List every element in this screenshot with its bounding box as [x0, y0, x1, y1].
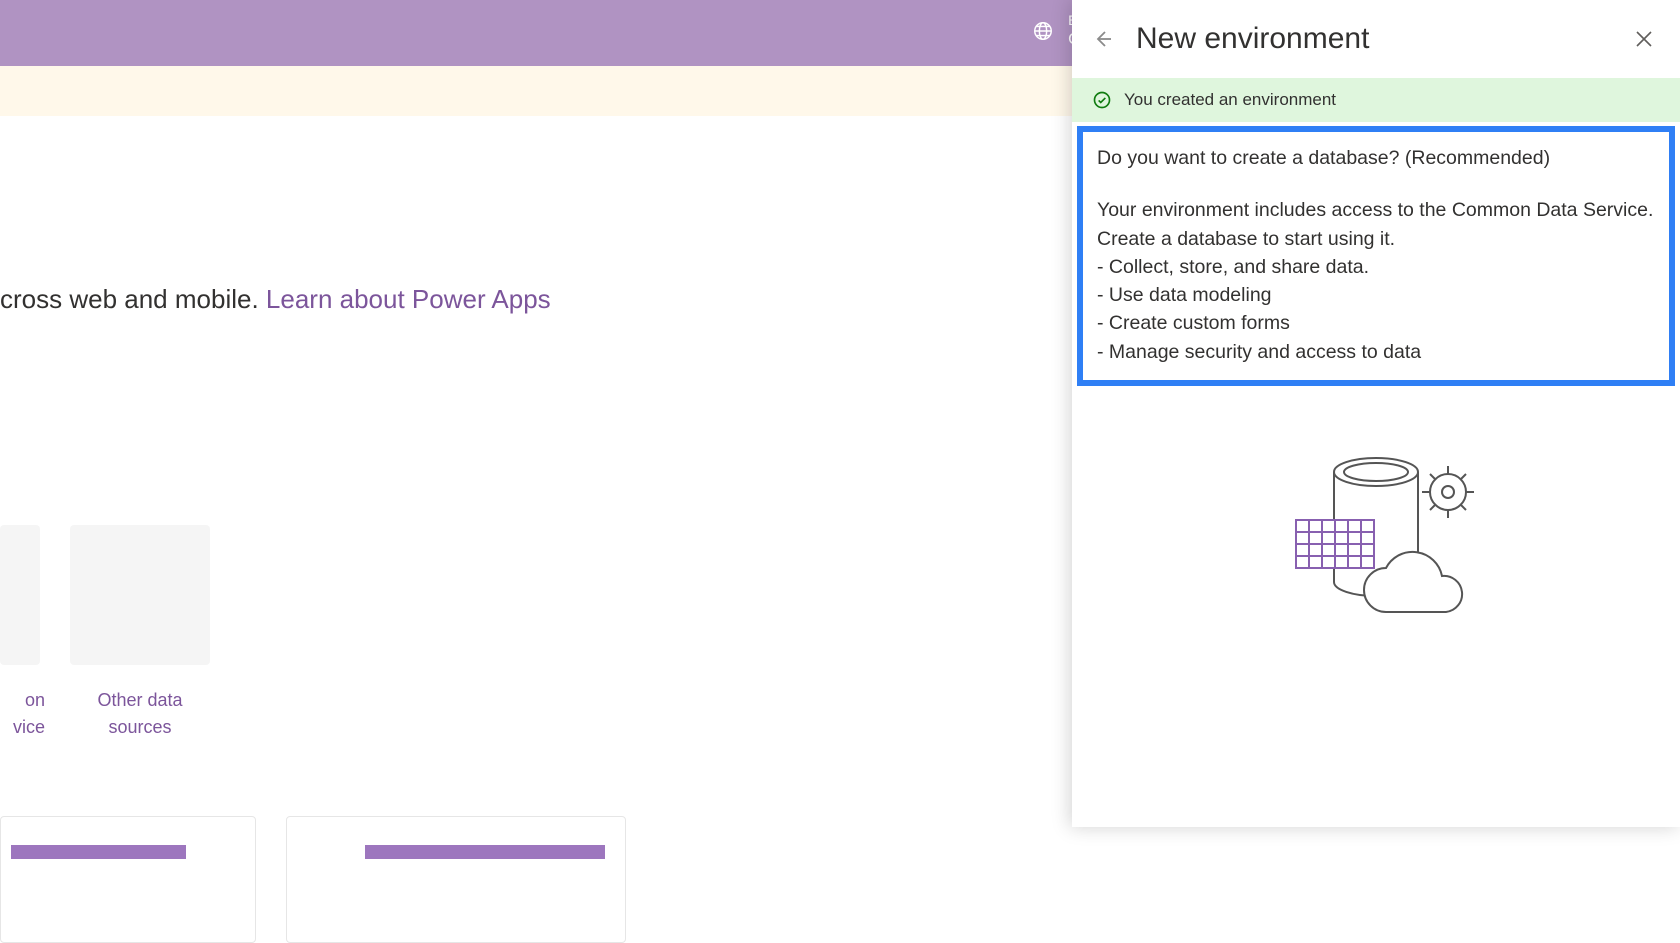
- prompt-bullets: - Collect, store, and share data. - Use …: [1097, 253, 1655, 366]
- tile-thumbnail: [70, 525, 210, 665]
- tile-label-line: on: [25, 690, 45, 710]
- hero-text-fragment: cross web and mobile.: [0, 284, 266, 314]
- new-environment-panel: New environment You created an environme…: [1072, 0, 1680, 827]
- globe-icon: [1032, 20, 1054, 42]
- close-icon[interactable]: [1632, 27, 1656, 51]
- success-message: You created an environment: [1124, 90, 1336, 110]
- bullet-item: - Manage security and access to data: [1097, 338, 1655, 366]
- card-accent-bar: [365, 845, 605, 859]
- tile-label-line: sources: [108, 717, 171, 737]
- prompt-question: Do you want to create a database? (Recom…: [1097, 144, 1655, 172]
- highlighted-prompt-box: Do you want to create a database? (Recom…: [1077, 126, 1675, 386]
- back-arrow-icon[interactable]: [1090, 27, 1114, 51]
- success-banner: You created an environment: [1072, 78, 1680, 122]
- checkmark-circle-icon: [1092, 90, 1112, 110]
- database-illustration: [1072, 442, 1680, 642]
- template-card[interactable]: [0, 816, 256, 943]
- tile-label-line: vice: [13, 717, 45, 737]
- hero-text: cross web and mobile. Learn about Power …: [0, 284, 551, 315]
- bullet-item: - Collect, store, and share data.: [1097, 253, 1655, 281]
- tile-thumbnail: [0, 525, 40, 665]
- learn-link[interactable]: Learn about Power Apps: [266, 284, 551, 314]
- bullet-item: - Use data modeling: [1097, 281, 1655, 309]
- prompt-description: Your environment includes access to the …: [1097, 196, 1655, 253]
- template-card[interactable]: [286, 816, 626, 943]
- panel-title: New environment: [1136, 22, 1610, 56]
- tile-label-line: Other data: [97, 690, 182, 710]
- panel-header: New environment: [1072, 0, 1680, 78]
- tile-other-data-sources[interactable]: Other data sources: [70, 525, 210, 741]
- tile-common-data-service[interactable]: on vice: [0, 525, 40, 741]
- bullet-item: - Create custom forms: [1097, 309, 1655, 337]
- card-accent-bar: [11, 845, 186, 859]
